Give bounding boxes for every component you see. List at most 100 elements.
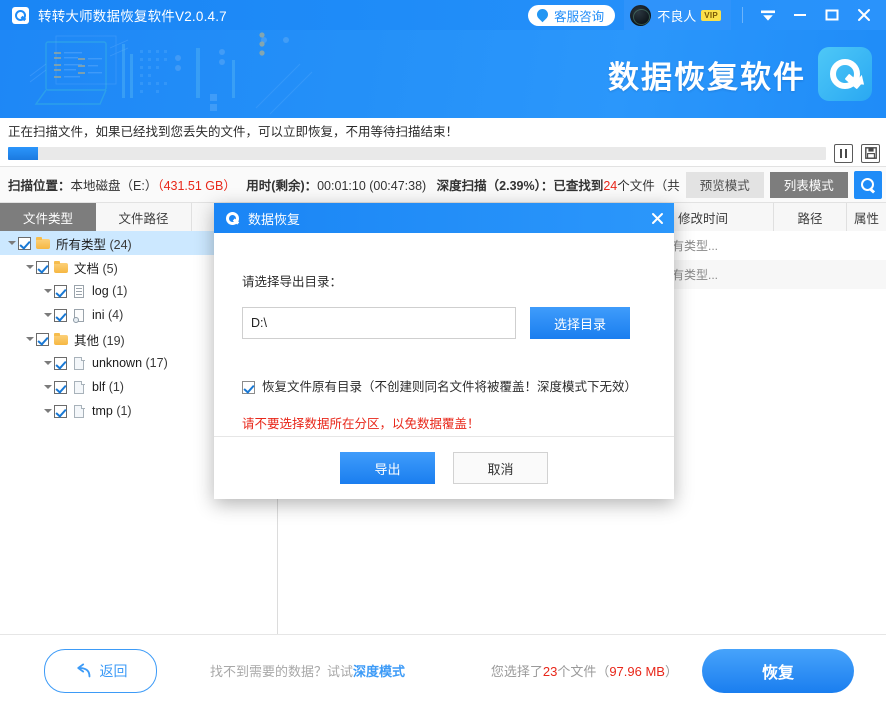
app-logo-icon	[12, 6, 29, 24]
save-scan-button[interactable]	[861, 143, 880, 163]
deep-mode-hint: 找不到需要的数据？试试深度模式	[210, 661, 405, 680]
tree-expand-arrow-icon[interactable]	[24, 255, 36, 279]
doc-icon	[72, 284, 87, 299]
column-header-path[interactable]: 路径	[774, 203, 847, 231]
tree-item-checkbox[interactable]	[36, 260, 49, 274]
maximize-icon	[825, 9, 839, 21]
title-bar: 转转大师数据恢复软件V2.0.4.7 客服咨询 不良人 VIP	[0, 0, 886, 30]
scan-location-size: （431.51 GB）	[157, 179, 236, 193]
tree-expand-arrow-icon[interactable]	[42, 375, 54, 399]
tree-item-checkbox[interactable]	[54, 404, 67, 418]
selection-summary: 您选择了23个文件（97.96 MB）	[491, 661, 678, 680]
back-button-label: 返回	[99, 662, 128, 679]
export-directory-row: 选择目录	[242, 307, 646, 339]
minimize-icon	[794, 14, 806, 16]
tree-item-count: (5)	[102, 261, 118, 276]
elapsed-label: 用时(剩余)：	[246, 179, 318, 193]
dialog-logo-icon	[224, 210, 240, 226]
tree-item-count: (1)	[116, 404, 132, 418]
selection-mid: 个文件（	[557, 664, 610, 679]
banner-branding: 数据恢复软件	[608, 30, 872, 118]
scan-notice: 正在扫描文件，如果已经找到您丢失的文件，可以立即恢复，不用等待扫描结束！	[8, 124, 459, 139]
back-button[interactable]: 返回	[44, 648, 157, 693]
blank-icon	[72, 380, 87, 395]
scan-progress-row	[0, 140, 886, 166]
folder-icon	[54, 332, 69, 347]
scan-progress-fill	[8, 146, 39, 160]
scan-location-value: 本地磁盘（E:）	[70, 179, 158, 193]
selection-suffix: ）	[664, 664, 678, 679]
keep-structure-checkbox[interactable]	[242, 381, 255, 394]
tree-item-checkbox[interactable]	[54, 356, 67, 370]
tree-item-checkbox[interactable]	[54, 308, 67, 322]
tree-expand-arrow-icon[interactable]	[24, 327, 36, 351]
cancel-button[interactable]: 取消	[453, 452, 548, 484]
tree-expand-arrow-icon[interactable]	[6, 231, 18, 255]
tree-item-count: (19)	[102, 333, 125, 348]
maximize-button[interactable]	[816, 0, 848, 30]
undo-arrow-icon	[74, 663, 93, 679]
tab-file-path[interactable]: 文件路径	[96, 203, 192, 231]
close-icon	[858, 9, 870, 21]
tree-item-label: unknown (17)	[92, 356, 168, 370]
elapsed-value: 00:01:10 (00:47:38)	[317, 179, 427, 193]
app-title: 转转大师数据恢复软件V2.0.4.7	[38, 9, 227, 24]
tree-item-label: 其他 (19)	[74, 333, 125, 348]
folder-icon	[36, 236, 51, 251]
user-account-chip[interactable]: 不良人 VIP	[624, 0, 731, 30]
deep-mode-link[interactable]: 深度模式	[353, 664, 405, 679]
tree-item-count: (24)	[109, 237, 132, 252]
tab-file-type[interactable]: 文件类型	[0, 203, 96, 231]
blank-icon	[72, 404, 87, 419]
close-button[interactable]	[848, 0, 880, 30]
dialog-footer: 导出 取消	[214, 436, 674, 499]
column-header-attribute[interactable]: 属性	[847, 203, 886, 231]
export-path-input[interactable]	[242, 307, 516, 339]
tree-item-checkbox[interactable]	[36, 332, 49, 346]
dialog-close-button[interactable]	[640, 203, 674, 233]
title-bar-controls: 客服咨询 不良人 VIP	[528, 0, 886, 30]
tree-item-count: (4)	[107, 308, 124, 322]
footer-bar: 返回 找不到需要的数据？试试深度模式 您选择了23个文件（97.96 MB） 恢…	[0, 634, 886, 706]
deep-mode-hint-prefix: 找不到需要的数据？试试	[210, 664, 354, 679]
tree-item-count: (17)	[145, 356, 168, 370]
dialog-title: 数据恢复	[248, 211, 301, 227]
export-button[interactable]: 导出	[340, 452, 435, 484]
preview-mode-button[interactable]: 预览模式	[685, 171, 764, 198]
selected-total-size: 97.96 MB	[609, 664, 665, 679]
pause-scan-button[interactable]	[834, 143, 853, 163]
export-directory-label: 请选择导出目录：	[242, 275, 343, 289]
recover-button[interactable]: 恢复	[702, 648, 854, 693]
customer-service-label: 客服咨询	[554, 9, 605, 24]
avatar	[630, 4, 652, 26]
customer-service-button[interactable]: 客服咨询	[528, 4, 616, 26]
tree-item-label: 文档 (5)	[74, 261, 118, 276]
folder-icon	[54, 260, 69, 275]
tree-item-checkbox[interactable]	[54, 284, 67, 298]
tree-item-checkbox[interactable]	[18, 236, 31, 250]
deep-scan-label: 深度扫描（2.39%）：已查找到	[436, 179, 604, 193]
gear-icon	[72, 308, 87, 323]
keep-structure-row[interactable]: 恢复文件原有目录（不创建则同名文件将被覆盖！深度模式下无效）	[242, 380, 646, 395]
minimize-button[interactable]	[784, 0, 816, 30]
tree-expand-arrow-icon[interactable]	[42, 279, 54, 303]
tree-item-checkbox[interactable]	[54, 380, 67, 394]
search-button[interactable]	[853, 170, 882, 199]
blank-icon	[72, 356, 87, 371]
save-icon	[864, 147, 877, 159]
menu-button[interactable]	[752, 0, 784, 30]
tree-expand-arrow-icon[interactable]	[42, 303, 54, 327]
list-mode-button[interactable]: 列表模式	[769, 171, 848, 198]
status-bar: 扫描位置：本地磁盘（E:）（431.51 GB） 用时(剩余)：00:01:10…	[0, 167, 886, 203]
tree-expand-arrow-icon[interactable]	[42, 399, 54, 423]
status-text: 扫描位置：本地磁盘（E:）（431.51 GB） 用时(剩余)：00:01:10…	[8, 175, 680, 194]
choose-directory-button[interactable]: 选择目录	[530, 307, 630, 339]
selection-prefix: 您选择了	[490, 664, 543, 679]
tree-expand-arrow-icon[interactable]	[42, 351, 54, 375]
banner-title: 数据恢复软件	[608, 59, 806, 96]
tree-item-label: tmp (1)	[92, 404, 132, 418]
selected-file-count: 23	[542, 664, 558, 679]
column-header-modified-time[interactable]: 修改时间	[670, 203, 774, 231]
tree-item-label: 所有类型 (24)	[56, 237, 132, 252]
application-window: 转转大师数据恢复软件V2.0.4.7 客服咨询 不良人 VIP 数据恢复软件 正…	[0, 0, 886, 706]
